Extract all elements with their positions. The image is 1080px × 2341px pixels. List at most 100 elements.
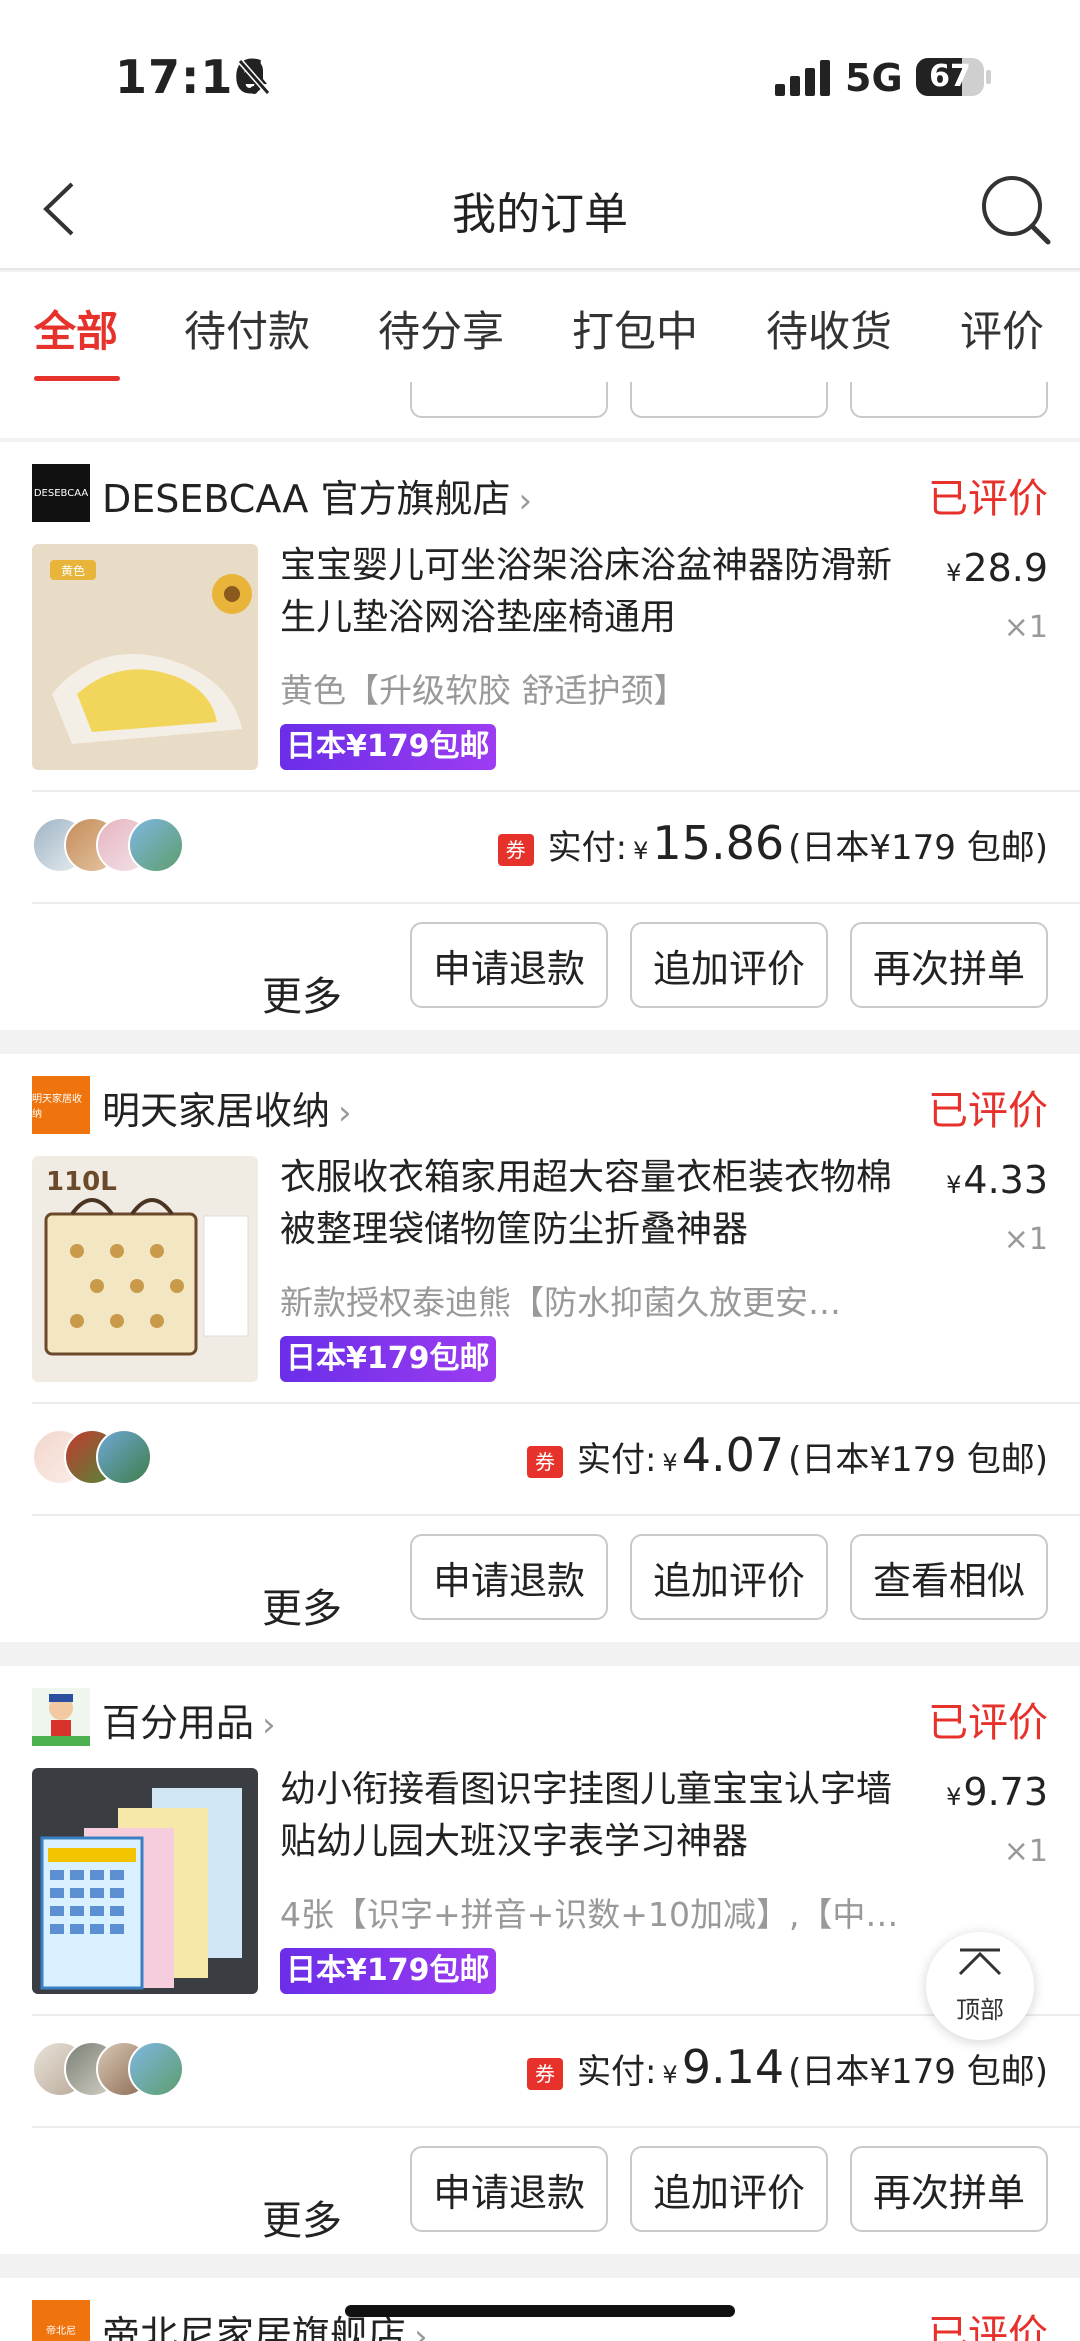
shop-name-text: 帝北尼家居旗舰店 [102, 2313, 407, 2341]
bell-muted-icon [237, 59, 271, 95]
paid-label: 实付: [576, 2052, 657, 2092]
avatar [128, 817, 184, 873]
currency-symbol: ¥ [633, 837, 649, 865]
wall-chart-image [32, 1768, 258, 1994]
divider [32, 790, 1080, 792]
currency-symbol: ¥ [946, 1783, 962, 1811]
battery-cap [986, 70, 991, 84]
partial-button[interactable] [630, 382, 828, 418]
shop-name-text: DESEBCAA 官方旗舰店 [102, 477, 511, 521]
more-button[interactable]: 更多 [262, 964, 342, 1022]
add-review-button[interactable]: 追加评价 [630, 2146, 828, 2232]
price-value: 9.73 [963, 1770, 1048, 1814]
product-thumbnail[interactable] [32, 1768, 258, 1994]
shop-name[interactable]: 百分用品 › [102, 1692, 276, 1747]
product-quantity: ×1 [1003, 1222, 1048, 1257]
bath-seat-image: 黄色 [32, 544, 258, 770]
nav-bar: 我的订单 [0, 150, 1080, 270]
reorder-button[interactable]: 再次拼单 [850, 2146, 1048, 2232]
divider [32, 2014, 1080, 2016]
shop-logo [32, 1688, 90, 1746]
order-list: DESEBCAA DESEBCAA 官方旗舰店 › 已评价 黄色 宝宝婴儿可坐浴架… [0, 382, 1080, 2341]
add-review-button[interactable]: 追加评价 [630, 1534, 828, 1620]
shop-name[interactable]: 明天家居收纳 › [102, 1080, 352, 1135]
home-indicator [345, 2305, 735, 2317]
refund-button[interactable]: 申请退款 [410, 2146, 608, 2232]
shop-name[interactable]: DESEBCAA 官方旗舰店 › [102, 468, 532, 523]
tab-all[interactable]: 全部 [34, 298, 118, 359]
battery-icon: 67 [916, 58, 984, 96]
paid-label: 实付: [547, 828, 628, 868]
currency-symbol: ¥ [946, 559, 962, 587]
price-value: 4.33 [963, 1158, 1048, 1202]
tab-pending-payment[interactable]: 待付款 [184, 298, 310, 359]
paid-amount: 券 实付: ¥ 4.07 (日本¥179 包邮) [526, 1428, 1048, 1482]
paid-value: 15.86 [652, 816, 785, 870]
order-card[interactable]: 百分用品 › 已评价 幼小衔接看图识字挂图儿童宝宝认字墙贴幼儿园大班汉字表学习神器… [0, 1666, 1080, 2254]
tab-pending-receipt[interactable]: 待收货 [766, 298, 892, 359]
more-button[interactable]: 更多 [262, 2188, 342, 2246]
previous-order-actions [0, 382, 1080, 438]
paid-note: (日本¥179 包邮) [788, 2052, 1048, 2092]
product-title[interactable]: 衣服收衣箱家用超大容量衣柜装衣物棉被整理袋储物筐防尘折叠神器 [280, 1152, 910, 1256]
shop-name-text: 明天家居收纳 [102, 1089, 331, 1133]
order-tabs: 全部 待付款 待分享 打包中 待收货 评价 [0, 272, 1080, 382]
product-price: ¥9.73 [946, 1770, 1048, 1814]
currency-symbol: ¥ [662, 1449, 678, 1477]
paid-value: 4.07 [681, 1428, 785, 1482]
storage-box-image: 110L [32, 1156, 258, 1382]
product-quantity: ×1 [1003, 1834, 1048, 1869]
back-to-top-button[interactable]: 顶部 [926, 1932, 1034, 2040]
product-thumbnail[interactable]: 110L [32, 1156, 258, 1382]
chevron-right-icon: › [518, 481, 533, 521]
shop-logo: 帝北尼 [32, 2300, 90, 2341]
shop-logo: 明天家居收纳 [32, 1076, 90, 1134]
order-card[interactable]: DESEBCAA DESEBCAA 官方旗舰店 › 已评价 黄色 宝宝婴儿可坐浴架… [0, 442, 1080, 1030]
promo-badge: 日本¥179包邮 [280, 1948, 496, 1994]
product-spec: 4张【识字+拼音+识数+10加减】,【中… [280, 1895, 899, 1934]
price-value: 28.9 [963, 546, 1048, 590]
divider [32, 1514, 1080, 1516]
shop-logo-text: 帝北尼 [46, 2325, 76, 2337]
promo-badge: 日本¥179包邮 [280, 724, 496, 770]
back-to-top-label: 顶部 [956, 1996, 1004, 2024]
promo-badge: 日本¥179包邮 [280, 1336, 496, 1382]
more-button[interactable]: 更多 [262, 1576, 342, 1634]
order-status: 已评价 [928, 1088, 1048, 1134]
tab-packing[interactable]: 打包中 [572, 298, 698, 359]
product-title[interactable]: 宝宝婴儿可坐浴架浴床浴盆神器防滑新生儿垫浴网浴垫座椅通用 [280, 540, 910, 644]
paid-label: 实付: [576, 1440, 657, 1480]
paid-value: 9.14 [681, 2040, 785, 2094]
thumb-tag: 黄色 [61, 564, 85, 578]
divider [32, 2126, 1080, 2128]
product-thumbnail[interactable]: 黄色 [32, 544, 258, 770]
currency-symbol: ¥ [662, 2061, 678, 2089]
avatar [128, 2041, 184, 2097]
coupon-icon: 券 [526, 2058, 563, 2090]
view-similar-button[interactable]: 查看相似 [850, 1534, 1048, 1620]
battery-level: 67 [929, 59, 971, 94]
product-price: ¥28.9 [946, 546, 1048, 590]
order-card[interactable]: 明天家居收纳 明天家居收纳 › 已评价 110L 衣服收衣箱家用超大容量衣柜装衣物… [0, 1054, 1080, 1642]
refund-button[interactable]: 申请退款 [410, 922, 608, 1008]
add-review-button[interactable]: 追加评价 [630, 922, 828, 1008]
reorder-button[interactable]: 再次拼单 [850, 922, 1048, 1008]
partial-button[interactable] [850, 382, 1048, 418]
refund-button[interactable]: 申请退款 [410, 1534, 608, 1620]
tab-review[interactable]: 评价 [960, 298, 1044, 359]
thumb-tag: 110L [46, 1167, 117, 1197]
order-status: 已评价 [928, 2312, 1048, 2341]
tab-pending-share[interactable]: 待分享 [378, 298, 504, 359]
coupon-icon: 券 [526, 1446, 563, 1478]
shop-logo: DESEBCAA [32, 464, 90, 522]
network-type: 5G [845, 56, 903, 100]
partial-button[interactable] [410, 382, 608, 418]
active-tab-indicator [34, 376, 120, 381]
status-bar: 17:16 5G 67 [0, 0, 1080, 150]
product-title[interactable]: 幼小衔接看图识字挂图儿童宝宝认字墙贴幼儿园大班汉字表学习神器 [280, 1764, 910, 1868]
paid-amount: 券 实付: ¥ 15.86 (日本¥179 包邮) [497, 816, 1048, 870]
arrow-up-icon [958, 1948, 1002, 1976]
chevron-right-icon: › [262, 1705, 276, 1745]
order-status: 已评价 [928, 476, 1048, 522]
search-icon[interactable] [978, 172, 1054, 248]
